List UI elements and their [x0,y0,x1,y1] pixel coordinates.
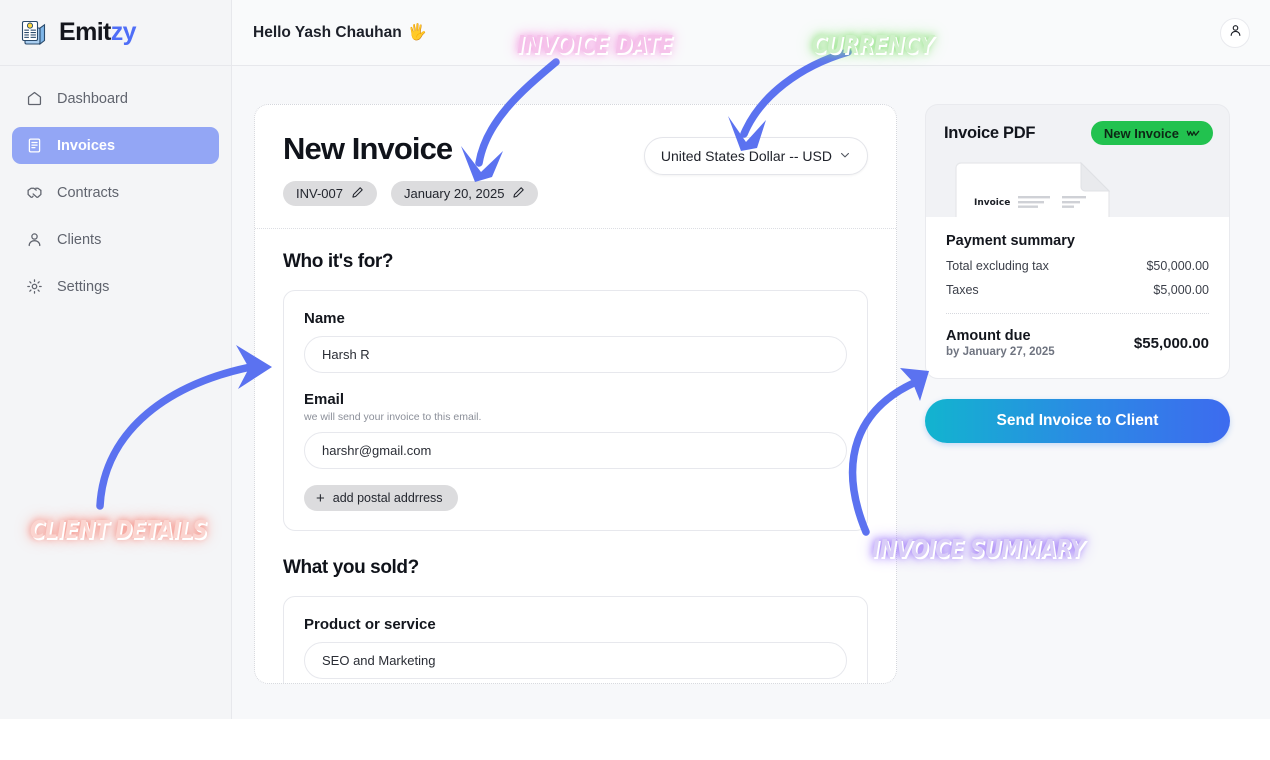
invoice-header-left: New Invoice INV-007 January 20, 2025 [283,131,539,206]
summary-row-value: $50,000.00 [1146,259,1209,273]
topbar: Hello Yash Chauhan 🖐️ [232,0,1270,66]
summary-row: Taxes $5,000.00 [946,283,1209,297]
home-icon [26,90,43,107]
invoice-header: New Invoice INV-007 January 20, 2025 Uni… [255,105,896,228]
summary-row: Total excluding tax $50,000.00 [946,259,1209,273]
section-heading: What you sold? [283,557,419,578]
sidebar-item-label: Clients [57,231,102,248]
sidebar-item-label: Invoices [57,137,116,154]
chevron-squiggle-icon [1186,126,1200,141]
sidebar-nav: Dashboard Invoices Contracts Clients Set… [0,66,231,305]
invoice-date-chip[interactable]: January 20, 2025 [390,181,539,206]
product-label: Product or service [304,616,436,633]
product-input-value: SEO and Marketing [322,653,436,668]
amount-due-label: Amount due [946,328,1031,344]
sidebar-item-label: Dashboard [57,90,128,107]
brand-name: Emitzy [59,18,137,47]
sidebar-item-contracts[interactable]: Contracts [12,174,219,211]
amount-due-labels: Amount due by January 27, 2025 [946,328,1055,358]
email-hint: we will send your invoice to this email. [304,411,482,423]
invoice-date-text: January 20, 2025 [403,186,505,201]
invoice-pdf-card: Invoice PDF New Invoice Invoice Payment … [925,104,1230,379]
invoice-number-chip[interactable]: INV-007 [283,181,377,206]
sidebar: Emitzy Dashboard Invoices Contracts Clie… [0,0,232,719]
sidebar-item-dashboard[interactable]: Dashboard [12,80,219,117]
name-input[interactable]: Harsh R [304,336,847,373]
email-input[interactable]: harshr@gmail.com [304,432,847,469]
avatar[interactable] [1220,17,1250,48]
svg-text:Invoice: Invoice [974,198,1010,208]
sidebar-item-clients[interactable]: Clients [12,221,219,258]
product-fields-box: Product or service SEO and Marketing [283,596,868,683]
handshake-icon [26,184,43,201]
amount-due-row: Amount due by January 27, 2025 $55,000.0… [946,328,1209,358]
send-invoice-label: Send Invoice to Client [996,412,1159,429]
file-text-icon [26,137,43,154]
person-icon [26,231,43,248]
invoice-number-text: INV-007 [296,186,343,201]
add-postal-address-label: add postal addrress [332,491,443,505]
page-title: New Invoice [283,131,453,166]
pdf-card-title: Invoice PDF [944,123,1036,142]
email-label: Email [304,391,345,408]
amount-due-value: $55,000.00 [1133,334,1209,352]
status-badge-label: New Invoice [1103,125,1179,141]
pdf-card-header: Invoice PDF New Invoice [926,105,1229,153]
user-avatar-icon [1228,23,1243,43]
client-fields-box: Name Harsh R Email we will send your inv… [283,290,868,531]
amount-due-date: by January 27, 2025 [946,346,1055,358]
brand-name-accent: zy [110,18,137,46]
summary-row-label: Total excluding tax [946,259,1049,273]
sidebar-item-label: Settings [57,278,110,295]
currency-value: United States Dollar -- USD [660,148,832,164]
sidebar-item-label: Contracts [57,184,120,201]
sidebar-item-settings[interactable]: Settings [12,268,219,305]
what-you-sold-section: What you sold? Product or service SEO an… [255,531,896,683]
greeting-text: Hello Yash Chauhan [253,23,402,41]
status-badge[interactable]: New Invoice [1090,121,1213,145]
app-window: Emitzy Dashboard Invoices Contracts Clie… [0,0,1270,719]
name-label: Name [304,310,345,327]
sidebar-item-invoices[interactable]: Invoices [12,127,219,164]
email-input-value: harshr@gmail.com [322,443,432,458]
brand-logo-area[interactable]: Emitzy [0,0,231,66]
plus-icon: + [316,489,325,507]
add-postal-address-button[interactable]: + add postal addrress [304,485,458,511]
invoice-meta-chips: INV-007 January 20, 2025 [283,181,539,206]
invoice-editor-card: New Invoice INV-007 January 20, 2025 Uni… [254,104,897,684]
invoice-documents-icon [20,18,50,48]
currency-select[interactable]: United States Dollar -- USD [643,137,868,175]
chevron-down-icon [839,148,851,164]
name-input-value: Harsh R [322,347,370,362]
summary-divider [946,313,1209,314]
payment-summary-title: Payment summary [946,233,1075,249]
pencil-icon[interactable] [512,186,525,202]
send-invoice-button[interactable]: Send Invoice to Client [925,399,1230,443]
summary-row-label: Taxes [946,283,979,297]
waving-hand-icon: 🖐️ [407,24,428,41]
product-input[interactable]: SEO and Marketing [304,642,847,679]
pencil-icon[interactable] [351,186,364,202]
main-content: New Invoice INV-007 January 20, 2025 Uni… [232,66,1270,719]
payment-summary: Payment summary Total excluding tax $50,… [926,217,1229,378]
gear-icon [26,278,43,295]
brand-name-main: Emit [59,18,111,46]
pdf-thumbnail[interactable]: Invoice [926,153,1229,217]
invoice-summary-panel: Invoice PDF New Invoice Invoice Payment … [925,104,1230,719]
section-heading: Who it's for? [283,251,394,272]
who-its-for-section: Who it's for? Name Harsh R Email we will… [255,229,896,531]
summary-row-value: $5,000.00 [1153,283,1209,297]
greeting: Hello Yash Chauhan 🖐️ [253,23,427,42]
